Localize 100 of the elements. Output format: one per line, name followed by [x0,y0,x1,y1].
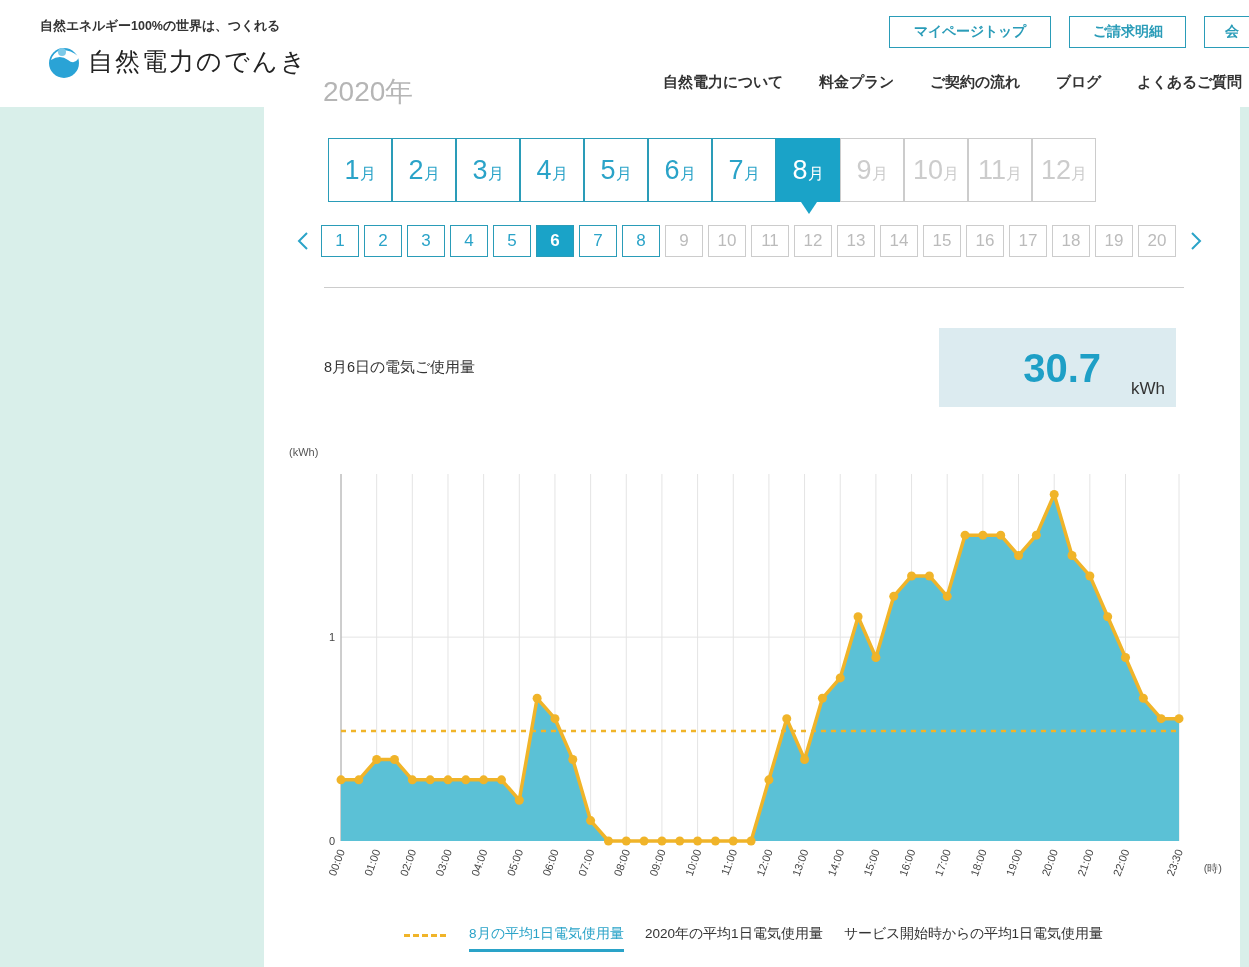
day-button[interactable]: 2 [364,225,402,257]
data-point [1121,653,1130,662]
y-axis-label: (kWh) [289,446,319,458]
x-tick-label: 20:00 [1039,847,1061,878]
data-point [496,775,506,785]
month-tab[interactable]: 6月 [648,138,712,202]
day-button[interactable]: 1 [321,225,359,257]
nav-link[interactable]: 自然電力について [663,73,783,92]
data-point [710,836,720,846]
y-tick-label: 1 [328,631,335,644]
day-button[interactable]: 6 [536,225,574,257]
dashed-line-icon [404,934,448,937]
x-axis-label: (時) [1203,862,1222,874]
x-tick-label: 16:00 [896,847,918,878]
month-tab[interactable]: 7月 [712,138,776,202]
month-tab[interactable]: 4月 [520,138,584,202]
data-point [657,836,667,846]
month-tab[interactable]: 5月 [584,138,648,202]
data-point [1156,714,1166,724]
x-tick-label: 18:00 [968,847,989,878]
data-point [532,693,542,703]
data-point [550,714,560,724]
data-point [782,714,792,724]
day-button[interactable]: 5 [493,225,531,257]
data-point [924,571,934,581]
nav-link[interactable]: ご契約の流れ [930,73,1020,92]
data-point [1138,693,1148,703]
x-tick-label: 19:00 [1003,847,1025,878]
data-point [336,775,346,785]
day-button[interactable]: 3 [407,225,445,257]
data-point [693,836,703,846]
x-tick-label: 09:00 [647,847,668,878]
legend-tab[interactable]: 2020年の平均1日電気使用量 [645,919,823,952]
data-point [586,816,596,826]
data-point [407,775,417,785]
data-point [907,571,917,581]
x-tick-label: 08:00 [611,847,633,878]
data-point [568,754,578,764]
day-button[interactable]: 8 [622,225,660,257]
data-point [996,530,1006,540]
month-tab[interactable]: 3月 [456,138,520,202]
data-point [853,612,863,622]
x-tick-label: 23:30 [1164,847,1185,878]
data-point [800,754,810,764]
chevron-right-icon[interactable] [1189,231,1203,251]
x-tick-label: 15:00 [861,847,882,878]
data-point [1014,551,1024,561]
data-point [639,836,649,846]
data-point [514,795,524,805]
nav-link[interactable]: 料金プラン [819,73,894,92]
nav-link[interactable]: よくあるご質問 [1137,73,1242,92]
data-point [1085,571,1095,581]
data-point [942,591,952,601]
data-point [889,591,899,601]
x-tick-label: 03:00 [433,847,454,878]
year-heading: 2020年 [323,75,414,107]
data-point [1174,714,1184,724]
nav-link[interactable]: ブログ [1056,73,1101,92]
legend-tab[interactable]: 8月の平均1日電気使用量 [469,919,625,952]
day-button[interactable]: 4 [450,225,488,257]
x-tick-label: 12:00 [754,847,775,878]
x-tick-label: 14:00 [825,847,847,878]
x-tick-label: 04:00 [468,847,490,878]
x-tick-label: 13:00 [789,847,811,878]
data-point [871,653,881,662]
y-tick-label: 0 [328,835,335,847]
data-point [479,775,489,785]
x-tick-label: 02:00 [397,847,419,878]
data-point [443,775,453,785]
data-point [960,530,970,540]
data-point [603,836,613,846]
month-tab[interactable]: 1月 [328,138,392,202]
data-point [354,775,364,785]
data-point [675,836,685,846]
x-tick-label: 01:00 [361,847,383,878]
x-tick-label: 00:00 [326,847,347,878]
account-link-button[interactable]: ご請求明細 [1069,16,1186,48]
data-point [1103,612,1113,622]
x-tick-label: 22:00 [1110,847,1132,878]
usage-unit: kWh [1131,379,1165,399]
account-link-button[interactable]: 会 [1204,16,1249,48]
data-point [1049,489,1059,499]
logo-text: 自然電力のでんき [88,46,308,77]
tagline: 自然エネルギー100%の世界は、つくれる [40,18,281,35]
legend-tab[interactable]: サービス開始時からの平均1日電気使用量 [843,919,1104,952]
data-point [372,754,382,764]
data-point [746,836,756,846]
x-tick-label: 10:00 [682,847,704,878]
x-tick-label: 21:00 [1075,847,1096,878]
data-point [621,836,631,846]
data-point [764,775,774,785]
account-link-button[interactable]: マイページトップ [889,16,1051,48]
month-tab[interactable]: 2月 [392,138,456,202]
data-point [425,775,435,785]
data-point [978,530,988,540]
day-button[interactable]: 7 [579,225,617,257]
data-point [390,754,399,764]
data-point [817,693,827,703]
chevron-left-icon[interactable] [296,231,310,251]
x-tick-label: 05:00 [504,847,526,878]
